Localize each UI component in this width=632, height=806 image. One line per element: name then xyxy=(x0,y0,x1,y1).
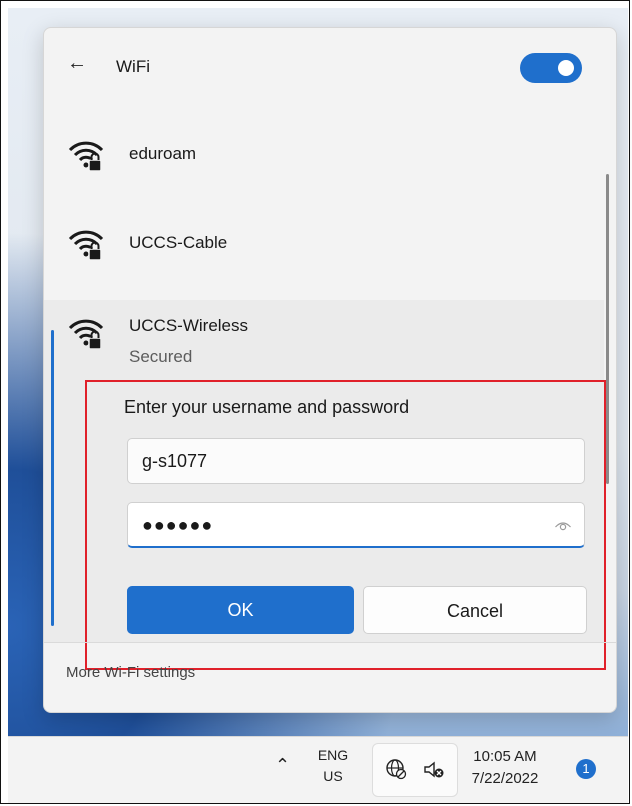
wifi-locked-icon xyxy=(68,141,104,172)
network-name: eduroam xyxy=(129,144,197,163)
back-arrow-icon[interactable]: ← xyxy=(66,52,88,74)
chevron-up-icon[interactable]: ⌃ xyxy=(275,755,290,776)
clock[interactable]: 10:05 AM 7/22/2022 xyxy=(470,746,540,790)
username-field[interactable]: g-s1077 xyxy=(127,438,585,484)
network-item-uccs-cable[interactable]: UCCS-Cable xyxy=(44,211,604,281)
login-prompt: Enter your username and password xyxy=(124,397,410,417)
wifi-locked-icon xyxy=(68,230,104,261)
language-indicator[interactable]: ENG US xyxy=(313,745,353,787)
cancel-button[interactable]: Cancel xyxy=(363,586,587,634)
wifi-toggle[interactable] xyxy=(520,53,582,83)
volume-muted-icon xyxy=(424,761,444,778)
scrollbar[interactable] xyxy=(606,174,609,484)
lang-code: ENG xyxy=(317,747,349,763)
network-item-uccs-wireless[interactable]: UCCS-Wireless Secured Enter your usernam… xyxy=(44,300,604,642)
network-name: UCCS-Cable xyxy=(129,233,228,252)
username-value: g-s1077 xyxy=(142,451,208,471)
network-status: Secured xyxy=(129,347,193,366)
wifi-flyout: ← WiFi eduroam UCCS-Cable UCCS-Wireless … xyxy=(43,27,617,713)
eye-icon[interactable] xyxy=(554,516,572,534)
page-title: WiFi xyxy=(116,57,150,76)
globe-no-internet-icon xyxy=(386,759,407,780)
selected-indicator xyxy=(51,330,54,626)
ok-button[interactable]: OK xyxy=(127,586,354,634)
region-code: US xyxy=(323,768,343,784)
time: 10:05 AM xyxy=(473,748,537,765)
password-value: ●●●●●● xyxy=(142,515,214,535)
notification-badge[interactable]: 1 xyxy=(576,759,596,779)
network-item-eduroam[interactable]: eduroam xyxy=(44,122,604,192)
taskbar: ⌃ ENG US 10:05 AM 7/22/2022 1 xyxy=(8,736,628,803)
password-field[interactable]: ●●●●●● xyxy=(127,502,585,548)
wifi-locked-icon xyxy=(68,319,104,350)
system-tray-quick-settings[interactable] xyxy=(372,743,458,797)
date: 7/22/2022 xyxy=(471,770,539,787)
divider xyxy=(44,642,616,643)
toggle-knob xyxy=(558,60,574,76)
flyout-header: ← WiFi xyxy=(44,28,616,108)
network-name: UCCS-Wireless xyxy=(129,316,248,335)
more-wifi-settings-link[interactable]: More Wi-Fi settings xyxy=(66,664,195,681)
